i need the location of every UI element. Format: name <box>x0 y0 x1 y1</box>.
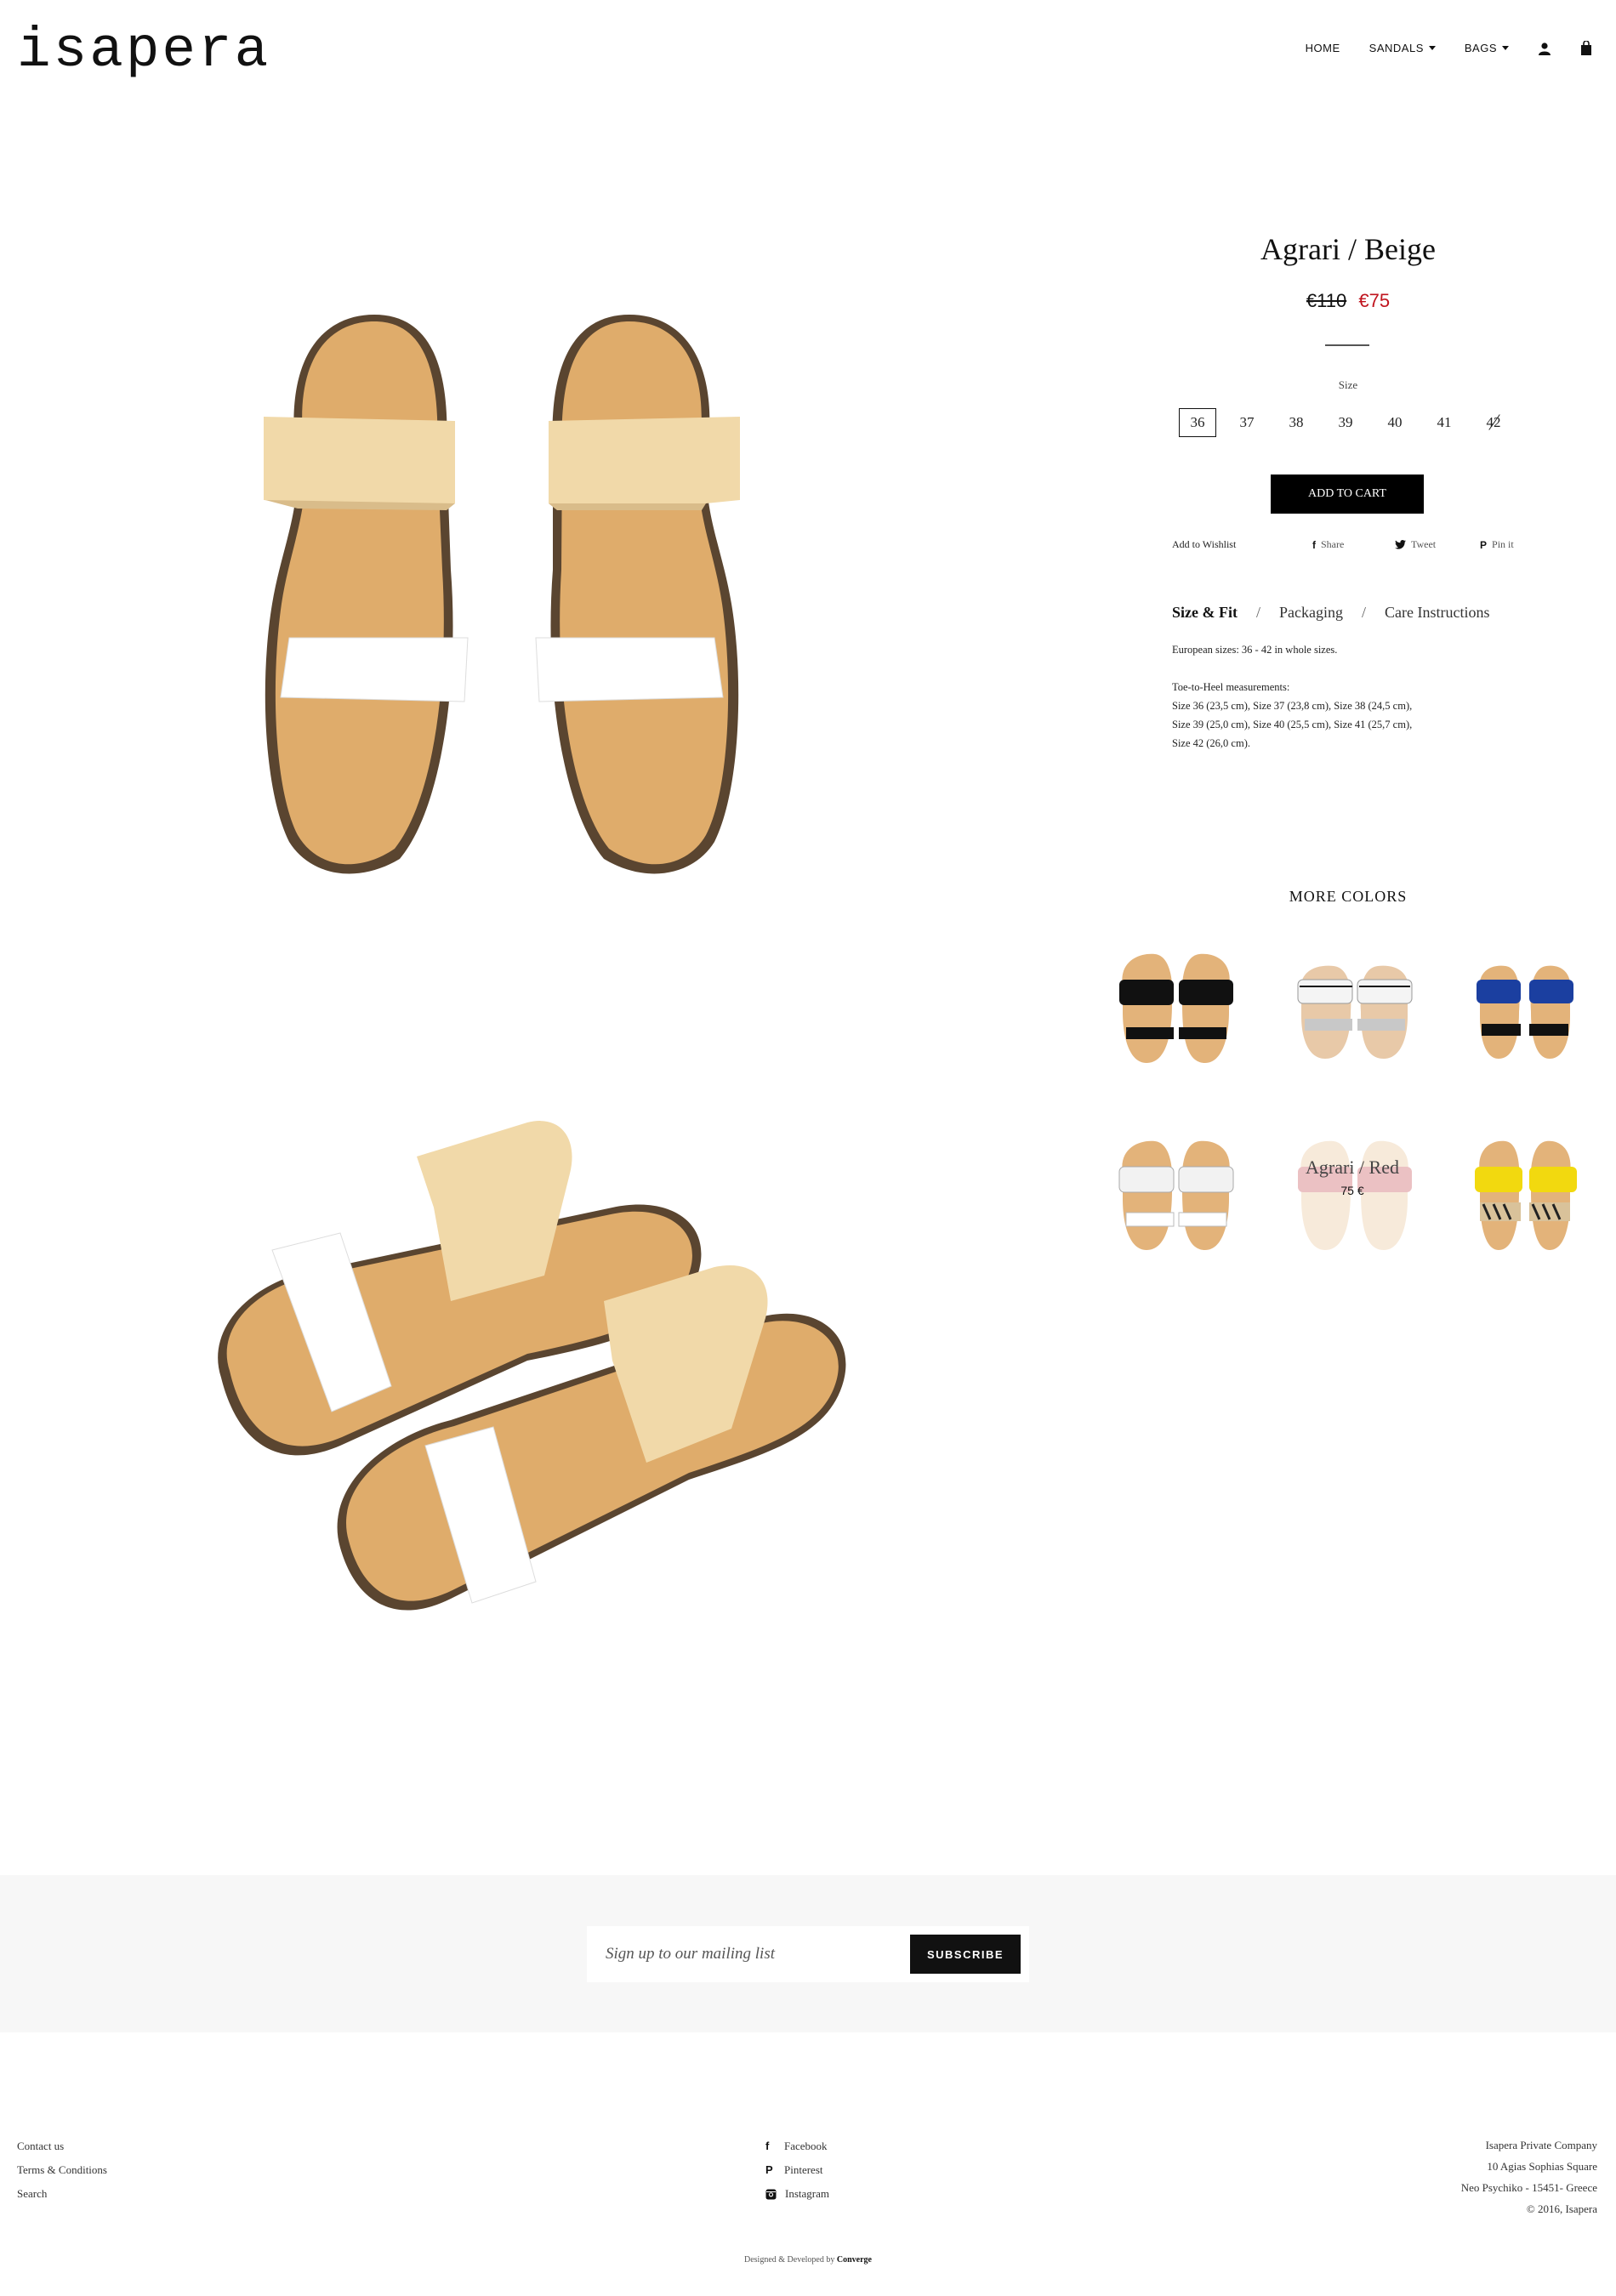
add-to-wishlist-link[interactable]: Add to Wishlist <box>1172 538 1236 551</box>
facebook-label: Facebook <box>784 2140 828 2152</box>
description-line: Size 36 (23,5 cm), Size 37 (23,8 cm), Si… <box>1172 700 1413 712</box>
tab-care-instructions[interactable]: Care Instructions <box>1385 604 1489 622</box>
pin-label: Pin it <box>1492 538 1514 550</box>
subscribe-button[interactable]: SUBSCRIBE <box>910 1935 1021 1974</box>
thumb-product-name: Agrari / Red <box>1306 1157 1399 1178</box>
nav-sandals-label: SANDALS <box>1368 42 1424 54</box>
color-thumb-yellow[interactable] <box>1446 1131 1599 1267</box>
description-heading: Toe-to-Heel measurements: <box>1172 681 1290 693</box>
description-line: Size 42 (26,0 cm). <box>1172 737 1250 749</box>
twitter-icon <box>1395 540 1406 549</box>
sandal-right-shape <box>535 315 740 874</box>
main-nav: HOME SANDALS BAGS <box>1306 41 1592 55</box>
color-thumb-silver[interactable] <box>1097 1131 1250 1267</box>
footer-social: f Facebook P Pinterest Instagram <box>765 2134 829 2206</box>
footer-link-contact[interactable]: Contact us <box>17 2134 107 2158</box>
address-line: Isapera Private Company <box>1485 2139 1597 2151</box>
size-selector: 36 37 38 39 40 41 42 <box>1179 408 1512 437</box>
share-twitter[interactable]: Tweet <box>1395 538 1436 551</box>
size-option-38[interactable]: 38 <box>1277 408 1315 437</box>
tweet-label: Tweet <box>1411 538 1437 550</box>
chevron-down-icon <box>1502 46 1509 50</box>
size-option-41[interactable]: 41 <box>1425 408 1463 437</box>
instagram-label: Instagram <box>785 2187 829 2200</box>
footer-facebook-link[interactable]: f Facebook <box>765 2134 829 2158</box>
size-option-37[interactable]: 37 <box>1228 408 1266 437</box>
pinterest-icon: P <box>765 2163 773 2176</box>
newsletter-form: SUBSCRIBE <box>587 1926 1029 1982</box>
more-colors-title: MORE COLORS <box>1289 888 1408 905</box>
nav-home[interactable]: HOME <box>1306 42 1340 54</box>
address-line: 10 Agias Sophias Square <box>1487 2160 1597 2173</box>
size-option-36[interactable]: 36 <box>1179 408 1216 437</box>
add-to-cart-button[interactable]: ADD TO CART <box>1271 475 1424 514</box>
account-icon[interactable] <box>1538 42 1551 55</box>
share-label: Share <box>1321 538 1345 550</box>
address-line: Neo Psychiko - 15451- Greece <box>1460 2181 1597 2194</box>
share-facebook[interactable]: f Share <box>1312 538 1344 551</box>
footer-link-search[interactable]: Search <box>17 2182 107 2206</box>
product-image-angle[interactable] <box>170 1105 910 1658</box>
size-option-42-unavailable: 42 <box>1475 408 1512 437</box>
color-thumb-blue[interactable] <box>1446 944 1599 1080</box>
instagram-icon <box>765 2189 777 2199</box>
chevron-down-icon <box>1428 46 1436 50</box>
product-image-top[interactable] <box>170 281 910 893</box>
product-title: Agrari / Beige <box>1260 232 1436 266</box>
old-price: €110 <box>1306 290 1347 311</box>
footer-instagram-link[interactable]: Instagram <box>765 2182 829 2206</box>
product-tabs: Size & Fit / Packaging / Care Instructio… <box>1172 604 1489 622</box>
price-block: €110 €75 <box>1131 290 1565 312</box>
share-pinterest[interactable]: P Pin it <box>1480 538 1514 551</box>
nav-sandals[interactable]: SANDALS <box>1369 42 1436 54</box>
copyright: © 2016, Isapera <box>1526 2202 1597 2215</box>
thumb-product-price: 75 € <box>1340 1184 1364 1197</box>
pinterest-label: Pinterest <box>784 2163 823 2176</box>
newsletter-email-input[interactable] <box>587 1926 939 1982</box>
footer-pinterest-link[interactable]: P Pinterest <box>765 2158 829 2182</box>
size-fit-description: European sizes: 36 - 42 in whole sizes. … <box>1172 640 1546 753</box>
pinterest-icon: P <box>1480 538 1488 551</box>
tab-packaging[interactable]: Packaging <box>1279 604 1343 622</box>
nav-bags-label: BAGS <box>1464 42 1497 54</box>
nav-bags[interactable]: BAGS <box>1465 42 1509 54</box>
sandal-left-shape <box>264 315 469 874</box>
footer-link-terms[interactable]: Terms & Conditions <box>17 2158 107 2182</box>
size-label: Size <box>1338 378 1358 391</box>
facebook-icon: f <box>1312 538 1316 551</box>
logo[interactable]: isapera <box>17 19 270 82</box>
sale-price: €75 <box>1358 290 1391 311</box>
divider <box>1325 344 1369 346</box>
tab-size-fit[interactable]: Size & Fit <box>1172 604 1238 622</box>
footer-credit: Designed & Developed by Converge <box>0 2255 1616 2265</box>
credit-link[interactable]: Converge <box>837 2255 872 2265</box>
newsletter-section: SUBSCRIBE <box>0 1875 1616 2032</box>
size-option-40[interactable]: 40 <box>1376 408 1414 437</box>
cart-icon[interactable] <box>1580 41 1592 55</box>
facebook-icon: f <box>765 2140 770 2152</box>
nav-home-label: HOME <box>1305 42 1340 54</box>
color-thumb-black[interactable] <box>1097 944 1250 1080</box>
thumb-hover-overlay: Agrari / Red 75 € <box>1276 1131 1429 1267</box>
credit-prefix: Designed & Developed by <box>744 2255 835 2265</box>
footer-address: Isapera Private Company 10 Agias Sophias… <box>1461 2134 1597 2219</box>
tab-separator: / <box>1255 604 1260 621</box>
size-option-39[interactable]: 39 <box>1327 408 1364 437</box>
description-line: Size 39 (25,0 cm), Size 40 (25,5 cm), Si… <box>1172 719 1413 730</box>
footer-links: Contact us Terms & Conditions Search <box>17 2134 107 2206</box>
description-sizes: European sizes: 36 - 42 in whole sizes. <box>1172 644 1338 656</box>
color-thumb-red[interactable]: Agrari / Red 75 € <box>1276 1131 1429 1267</box>
color-thumb-silver-stripe[interactable] <box>1276 944 1429 1080</box>
tab-separator: / <box>1361 604 1366 621</box>
